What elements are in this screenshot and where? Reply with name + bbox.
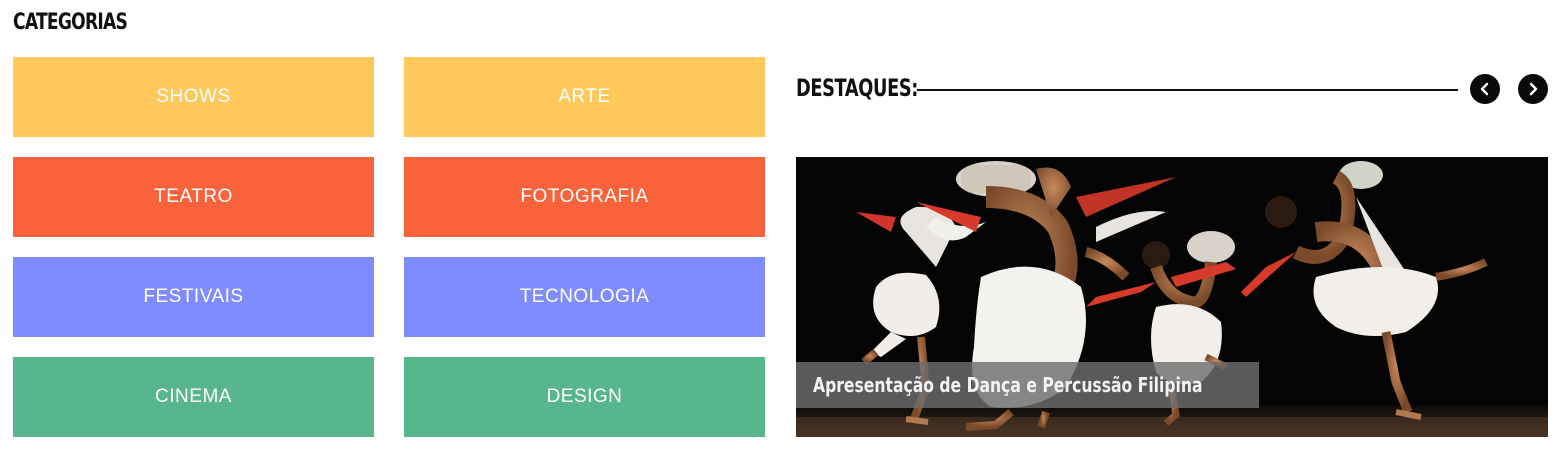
category-cinema[interactable]: CINEMA — [13, 357, 374, 437]
category-tecnologia[interactable]: TECNOLOGIA — [404, 257, 765, 337]
slide-caption: Apresentação de Dança e Percussão Filipi… — [796, 362, 1260, 408]
carousel-next-button[interactable] — [1518, 74, 1548, 104]
category-festivais[interactable]: FESTIVAIS — [13, 257, 374, 337]
featured-header: DESTAQUES: — [796, 72, 1548, 106]
chevron-right-icon — [1529, 82, 1538, 96]
category-shows[interactable]: SHOWS — [13, 57, 374, 137]
chevron-left-icon — [1480, 82, 1489, 96]
categories-title: CATEGORIAS — [13, 10, 128, 35]
category-design[interactable]: DESIGN — [404, 357, 765, 437]
slide-caption-text: Apresentação de Dança e Percussão Filipi… — [813, 373, 1203, 397]
category-teatro[interactable]: TEATRO — [13, 157, 374, 237]
featured-slide[interactable]: Apresentação de Dança e Percussão Filipi… — [796, 157, 1548, 437]
category-arte[interactable]: ARTE — [404, 57, 765, 137]
featured-label: DESTAQUES: — [796, 74, 918, 102]
carousel-prev-button[interactable] — [1470, 74, 1500, 104]
featured-divider — [917, 89, 1458, 91]
categories-grid: SHOWS ARTE TEATRO FOTOGRAFIA FESTIVAIS T… — [13, 57, 766, 437]
category-fotografia[interactable]: FOTOGRAFIA — [404, 157, 765, 237]
